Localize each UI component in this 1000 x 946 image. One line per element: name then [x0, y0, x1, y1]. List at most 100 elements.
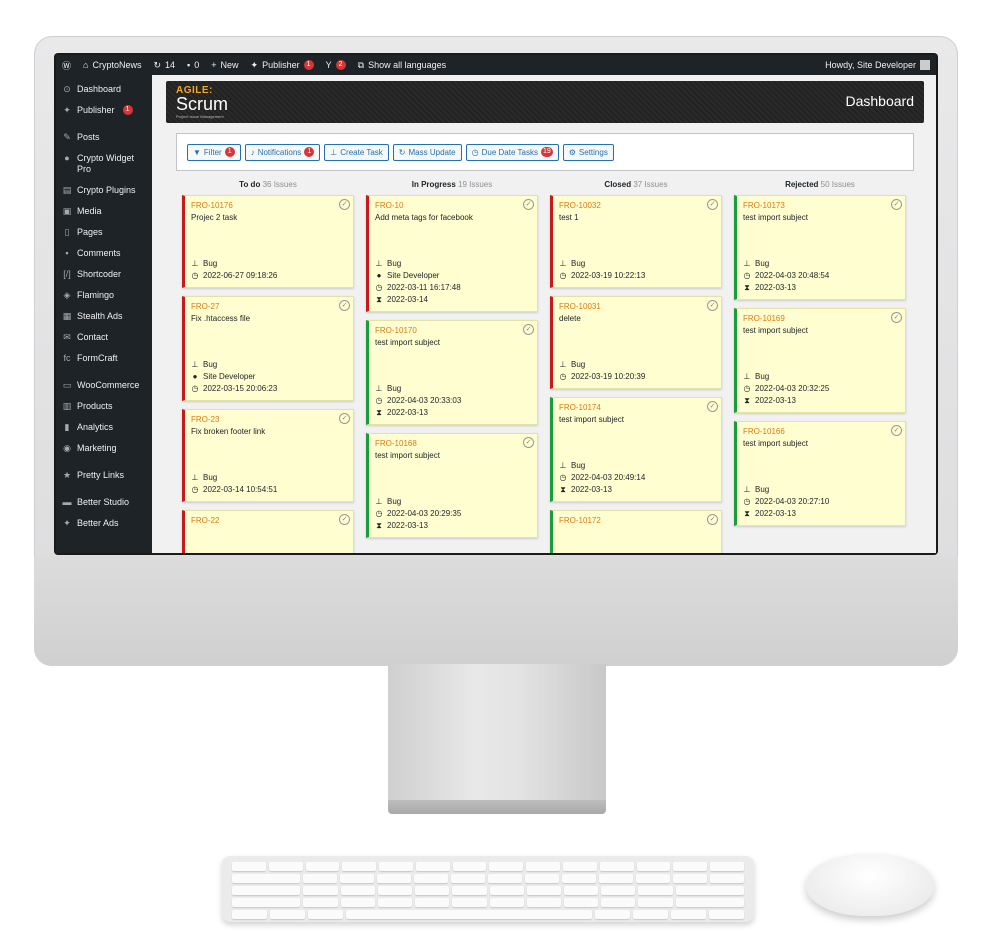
sidebar-item-comments[interactable]: ▪ Comments — [56, 243, 152, 264]
issue-key-link[interactable]: FRO-10170 — [375, 326, 531, 335]
sidebar-item-pages[interactable]: ▯ Pages — [56, 222, 152, 243]
create-task-button[interactable]: ⊥ Create Task — [324, 143, 389, 161]
issue-key-link[interactable]: FRO-27 — [191, 302, 347, 311]
formcraft-icon: fc — [63, 353, 71, 363]
notifications-button[interactable]: ♪ Notifications 1 — [244, 143, 321, 161]
sidebar-item-crypto-plugins[interactable]: ▤ Crypto Plugins — [56, 180, 152, 201]
check-circle-icon[interactable]: ✓ — [523, 324, 534, 335]
publisher-badge: 1 — [303, 60, 314, 70]
mass-update-button[interactable]: ↻ Mass Update — [392, 143, 462, 161]
sidebar-item-stealth-ads[interactable]: ▦ Stealth Ads — [56, 306, 152, 327]
sidebar-item-dashboard[interactable]: ⊙ Dashboard — [56, 79, 152, 100]
sidebar-item-woocommerce[interactable]: ▭ WooCommerce — [56, 375, 152, 396]
issue-type: Bug — [387, 497, 402, 506]
pin-icon: ⊥ — [743, 372, 751, 381]
issue-created-date-row: ◷ 2022-03-19 10:22:13 — [559, 270, 715, 282]
comments-link[interactable]: ▪ 0 — [181, 55, 205, 75]
issue-card[interactable]: FRO-10166 ✓ test import subject ⊥ Bug ◷ 2022-0… — [734, 421, 906, 526]
issue-key-link[interactable]: FRO-10172 — [559, 516, 715, 525]
better-ads-icon: ✦ — [63, 518, 71, 528]
check-circle-icon[interactable]: ✓ — [523, 199, 534, 210]
card-spacer — [375, 349, 531, 383]
issue-key-link[interactable]: FRO-10032 — [559, 201, 715, 210]
media-icon: ▣ — [62, 206, 72, 216]
updates-link[interactable]: ↻ 14 — [147, 55, 181, 75]
issue-key-link[interactable]: FRO-10173 — [743, 201, 899, 210]
issue-card[interactable]: FRO-23 ✓ Fix broken footer link ⊥ Bug ◷ 2022-0… — [182, 409, 354, 502]
check-circle-icon[interactable]: ✓ — [339, 300, 350, 311]
issue-key-link[interactable]: FRO-10168 — [375, 439, 531, 448]
issue-card[interactable]: FRO-10172 ✓ — [550, 510, 722, 553]
issue-key-link[interactable]: FRO-10169 — [743, 314, 899, 323]
sidebar-item-contact[interactable]: ✉ Contact — [56, 327, 152, 348]
wordpress-logo-button[interactable]: Ⓦ — [56, 55, 77, 75]
filter-button[interactable]: ▼ Filter 1 — [187, 143, 241, 161]
sidebar-item-pretty-links[interactable]: ★ Pretty Links — [56, 465, 152, 486]
issue-card[interactable]: FRO-22 ✓ — [182, 510, 354, 553]
issue-card[interactable]: FRO-27 ✓ Fix .htaccess file ⊥ Bug ● Site Devel… — [182, 296, 354, 401]
issue-key-link[interactable]: FRO-10176 — [191, 201, 347, 210]
crypto-icon: ● — [64, 153, 70, 163]
card-spacer — [743, 337, 899, 371]
issue-card[interactable]: FRO-10169 ✓ test import subject ⊥ Bug ◷ 2022-0… — [734, 308, 906, 413]
issue-card[interactable]: FRO-10173 ✓ test import subject ⊥ Bug ◷ 2022-0… — [734, 195, 906, 300]
issue-card[interactable]: FRO-10168 ✓ test import subject ⊥ Bug ◷ 2022-0… — [366, 433, 538, 538]
check-circle-icon[interactable]: ✓ — [339, 514, 350, 525]
sidebar-item-publisher[interactable]: ✦ Publisher 1 — [56, 100, 152, 121]
check-circle-icon[interactable]: ✓ — [891, 199, 902, 210]
sidebar-item-posts[interactable]: ✎ Posts — [56, 127, 152, 148]
check-circle-icon[interactable]: ✓ — [891, 425, 902, 436]
screen-bezel: Ⓦ ⌂ CryptoNews ↻ 14 ▪ 0 + New ✦ Publishe… — [54, 53, 938, 555]
issue-key-link[interactable]: FRO-10166 — [743, 427, 899, 436]
issue-key-link[interactable]: FRO-10174 — [559, 403, 715, 412]
site-name-link[interactable]: ⌂ CryptoNews — [77, 55, 147, 75]
check-circle-icon[interactable]: ✓ — [339, 199, 350, 210]
pin-icon: ⊥ — [743, 485, 751, 494]
publisher-menu[interactable]: ✦ Publisher 1 — [245, 55, 320, 75]
pin-icon: ⊥ — [191, 259, 199, 268]
check-circle-icon[interactable]: ✓ — [339, 413, 350, 424]
sidebar-item-formcraft[interactable]: fc FormCraft — [56, 348, 152, 369]
issue-card[interactable]: FRO-10 ✓ Add meta tags for facebook ⊥ Bug ● Si… — [366, 195, 538, 312]
check-circle-icon[interactable]: ✓ — [523, 437, 534, 448]
issue-card[interactable]: FRO-10031 ✓ delete ⊥ Bug ◷ 2022-03-19 10:20:39 — [550, 296, 722, 389]
sidebar-item-media[interactable]: ▣ Media — [56, 201, 152, 222]
new-content-button[interactable]: + New — [205, 55, 244, 75]
check-circle-icon[interactable]: ✓ — [707, 514, 718, 525]
issue-subject: Add meta tags for facebook — [375, 213, 473, 222]
issue-created-date-row: ◷ 2022-03-19 10:20:39 — [559, 371, 715, 383]
sidebar-item-better-ads[interactable]: ✦ Better Ads — [56, 513, 152, 534]
plugin-banner: AGILE: Scrum Project Issue Management Da… — [166, 81, 924, 123]
issue-type-row: ⊥ Bug — [191, 359, 347, 371]
issue-key-link[interactable]: FRO-10 — [375, 201, 531, 210]
check-circle-icon[interactable]: ✓ — [707, 199, 718, 210]
issue-card[interactable]: FRO-10176 ✓ Projec 2 task ⊥ Bug ◷ 2022-06-27 0… — [182, 195, 354, 288]
issue-key-link[interactable]: FRO-10031 — [559, 302, 715, 311]
sidebar-item-analytics[interactable]: ▮ Analytics — [56, 417, 152, 438]
sidebar-item-flamingo[interactable]: ◈ Flamingo — [56, 285, 152, 306]
sidebar-item-shortcoder[interactable]: [/] Shortcoder — [56, 264, 152, 285]
sidebar-item-better-studio[interactable]: ▬ Better Studio — [56, 492, 152, 513]
settings-button[interactable]: ⚙ Settings — [562, 143, 614, 161]
sidebar-item-marketing[interactable]: ◉ Marketing — [56, 438, 152, 459]
plus-icon: + — [211, 60, 217, 70]
languages-menu[interactable]: ⧉ Show all languages — [352, 55, 453, 75]
check-circle-icon[interactable]: ✓ — [707, 401, 718, 412]
mass-update-label: Mass Update — [408, 147, 456, 157]
clock-icon: ◷ — [559, 473, 567, 482]
check-circle-icon[interactable]: ✓ — [707, 300, 718, 311]
issue-card[interactable]: FRO-10170 ✓ test import subject ⊥ Bug ◷ 2022-0… — [366, 320, 538, 425]
issue-key-link[interactable]: FRO-23 — [191, 415, 347, 424]
issue-card[interactable]: FRO-10174 ✓ test import subject ⊥ Bug ◷ 2022-0… — [550, 397, 722, 502]
check-circle-icon[interactable]: ✓ — [891, 312, 902, 323]
sidebar-item-crypto-widget-pro[interactable]: ● Crypto Widget Pro — [56, 148, 152, 180]
yoast-menu[interactable]: Y 2 — [320, 55, 352, 75]
issue-type: Bug — [387, 384, 402, 393]
pin-icon: ✎ — [63, 132, 71, 142]
sidebar-item-products[interactable]: ▥ Products — [56, 396, 152, 417]
issue-card[interactable]: FRO-10032 ✓ test 1 ⊥ Bug ◷ 2022-03-19 10:22:13 — [550, 195, 722, 288]
issue-key-link[interactable]: FRO-22 — [191, 516, 347, 525]
due-date-tasks-button[interactable]: ◷ Due Date Tasks 19 — [465, 143, 559, 161]
updates-count: 14 — [165, 60, 176, 70]
account-menu[interactable]: Howdy, Site Developer — [819, 55, 936, 75]
